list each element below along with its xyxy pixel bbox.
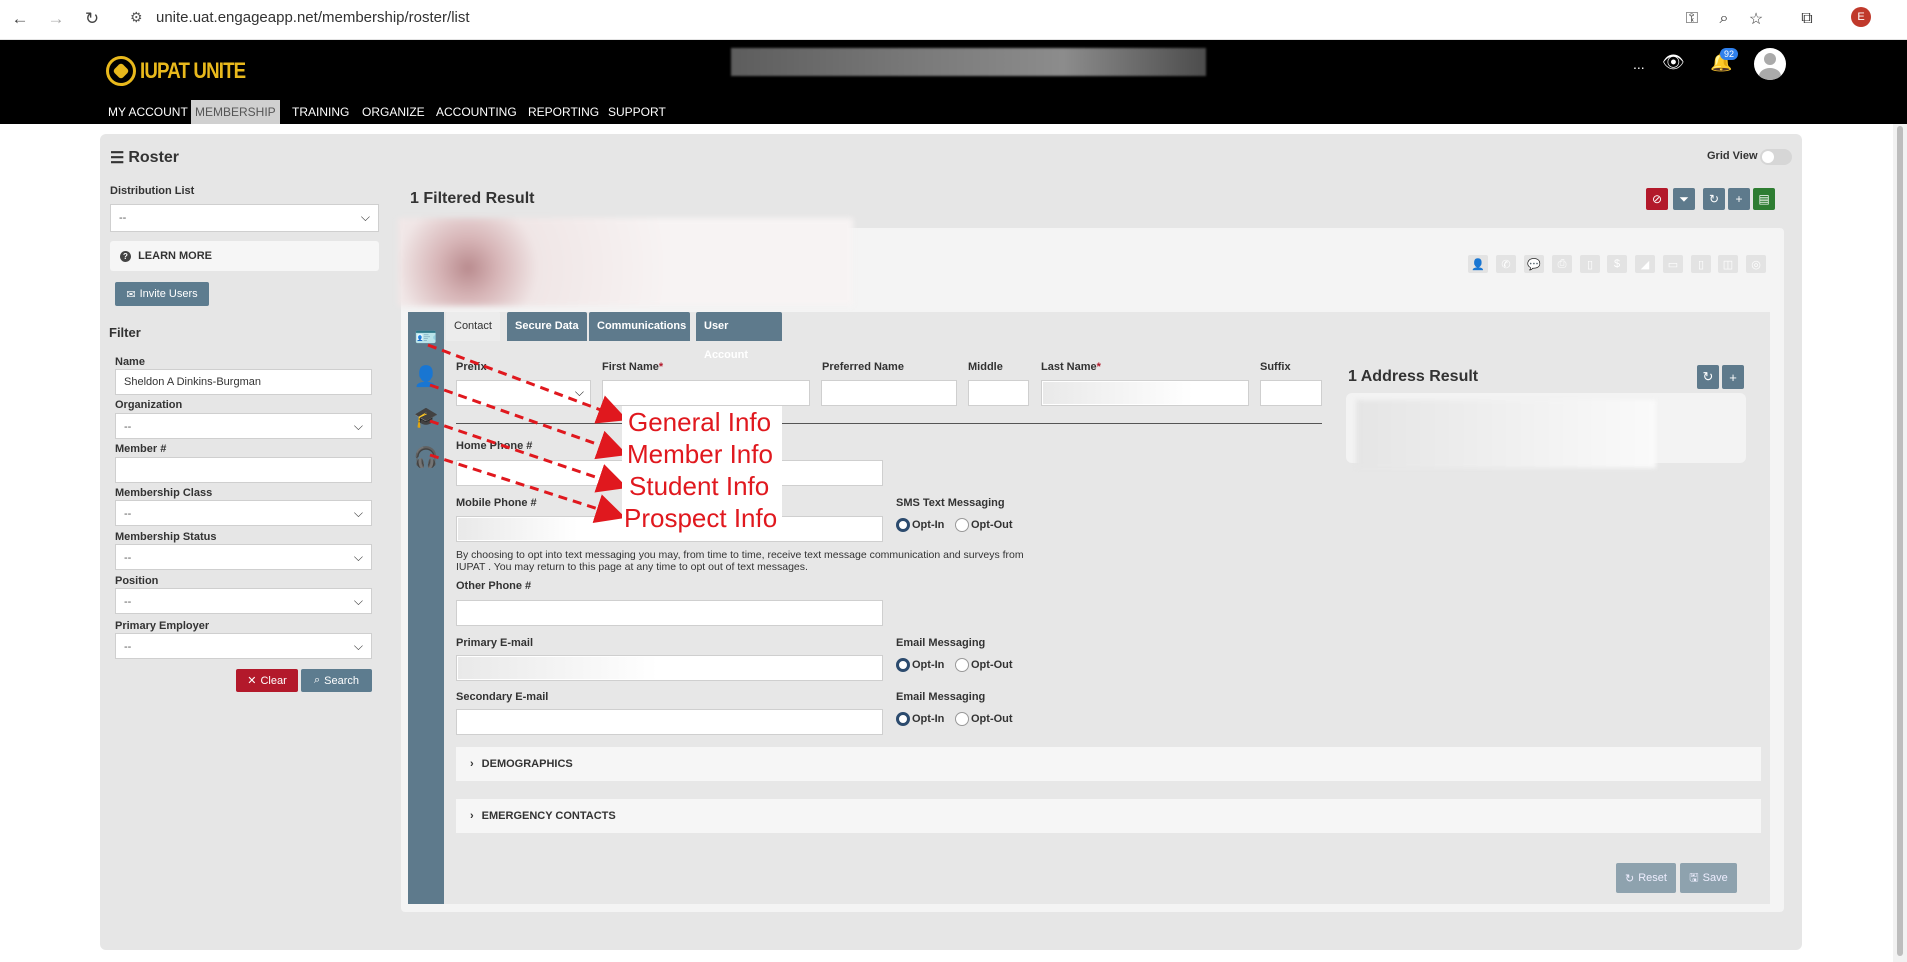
annotation-student-info: Student Info	[629, 471, 770, 501]
annotation-general-info: General Info	[628, 407, 772, 437]
arrow-prospect-info	[429, 453, 626, 523]
arrow-general-info	[427, 343, 628, 424]
arrow-student-info	[429, 419, 628, 493]
annotation-arrows	[427, 343, 628, 523]
arrow-member-info	[429, 383, 628, 460]
annotation-member-info: Member Info	[627, 439, 773, 469]
annotation-prospect-info: Prospect Info	[624, 503, 778, 533]
